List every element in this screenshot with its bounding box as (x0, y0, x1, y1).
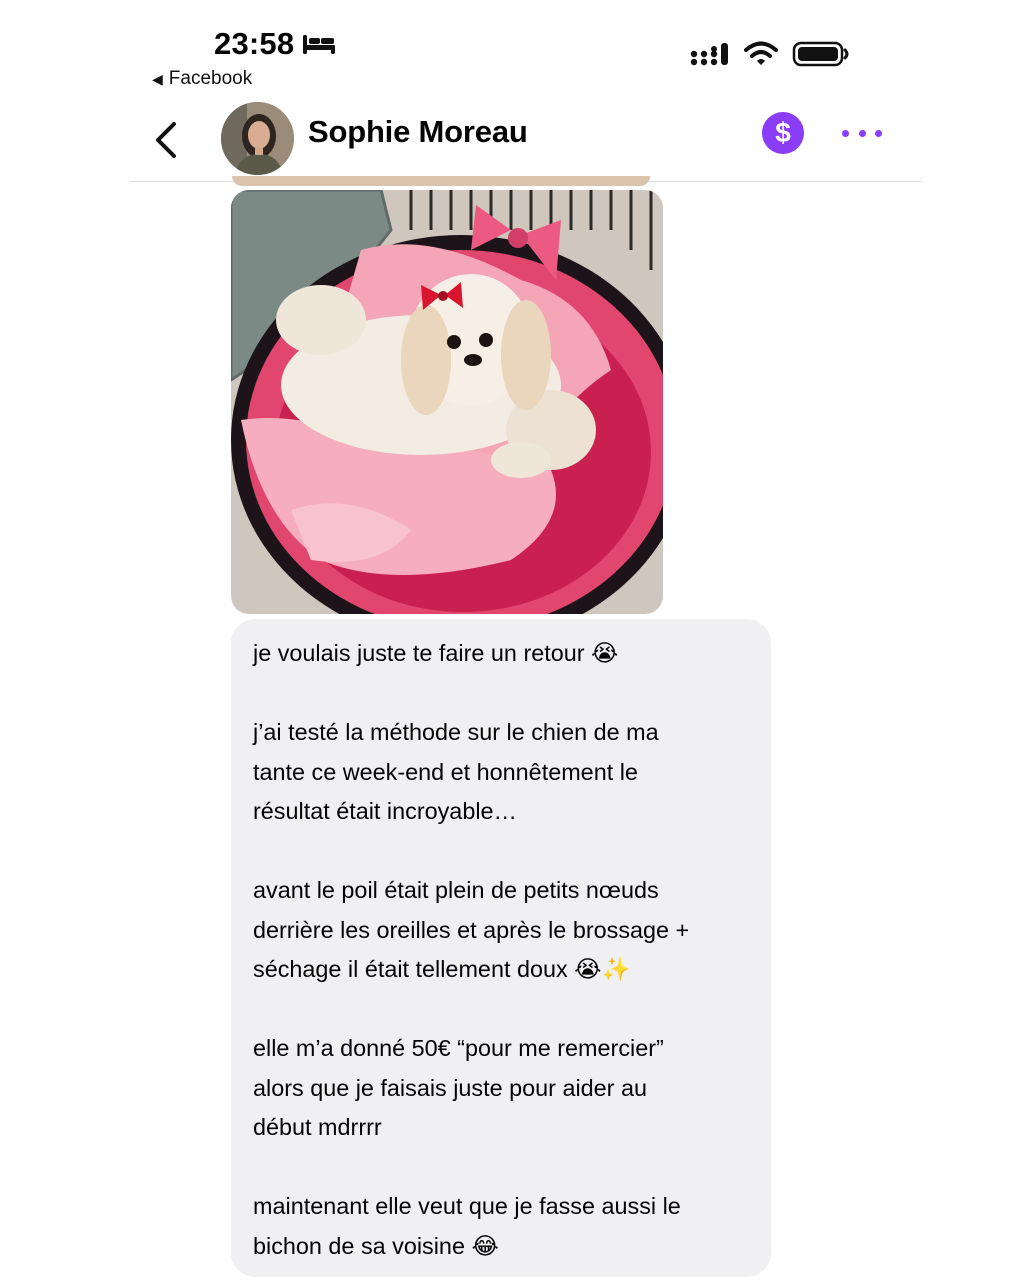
more-dot (875, 129, 882, 137)
chat-header: Sophie Moreau $ (130, 96, 922, 182)
message-paragraph: elle m’a donné 50€ “pour me remercier” a… (253, 1035, 664, 1140)
signal-icon (690, 41, 730, 67)
message-paragraph: maintenant elle veut que je fasse aussi … (253, 1193, 681, 1259)
text-message-bubble[interactable]: je voulais juste te faire un retour 😭 j’… (231, 619, 771, 1277)
more-dot (858, 129, 866, 137)
battery-icon (792, 40, 850, 68)
back-chevron-icon[interactable] (150, 118, 180, 162)
status-time: 23:58 (214, 26, 295, 61)
status-icons (690, 40, 850, 68)
message-paragraph: avant le poil était plein de petits nœud… (253, 877, 690, 982)
more-icon[interactable] (842, 122, 882, 144)
back-to-app-link[interactable]: ◀ Facebook (152, 66, 252, 92)
back-triangle-icon: ◀ (152, 71, 163, 87)
message-paragraph: je voulais juste te faire un retour 😭 (253, 640, 619, 666)
avatar[interactable] (221, 102, 294, 175)
back-app-label: Facebook (168, 68, 253, 89)
wifi-icon (744, 41, 778, 67)
previous-photo-edge[interactable] (232, 176, 650, 186)
status-bar-time-group: 23:58 (214, 24, 336, 64)
bed-icon (302, 33, 336, 55)
dollar-icon[interactable]: $ (762, 112, 804, 154)
more-dot (842, 129, 849, 137)
photo-message-dog[interactable] (231, 190, 663, 614)
contact-name[interactable]: Sophie Moreau (308, 112, 528, 152)
message-paragraph: j’ai testé la méthode sur le chien de ma… (253, 719, 659, 824)
